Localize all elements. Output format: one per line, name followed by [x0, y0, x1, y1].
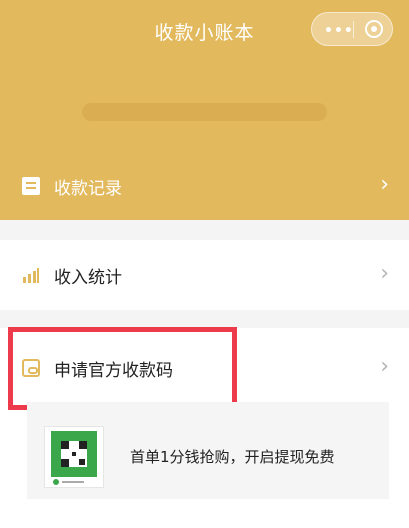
target-close-icon[interactable]: [365, 20, 383, 38]
qr-code-icon: [61, 441, 87, 467]
stats-label: 收入统计: [54, 267, 122, 288]
stats-row[interactable]: 收入统计 ›: [0, 249, 409, 301]
capsule-divider: [353, 21, 354, 38]
bar-chart-icon: [22, 266, 40, 284]
records-row[interactable]: 收款记录 ›: [0, 160, 409, 212]
wechat-pay-icon: [53, 479, 59, 485]
more-dots-icon[interactable]: •••: [324, 23, 354, 39]
loading-placeholder-bar: [82, 103, 327, 121]
highlight-box: [8, 327, 237, 410]
promo-text: 首单1分钱抢购，开启提现免费: [130, 448, 335, 466]
header: 收款小账本 ••• 收款记录 ›: [0, 0, 409, 220]
document-icon: [22, 177, 40, 195]
miniprogram-capsule: •••: [311, 12, 393, 46]
qr-code-thumbnail: [44, 426, 104, 488]
records-label: 收款记录: [54, 178, 122, 199]
chevron-right-icon: ›: [380, 172, 389, 197]
chevron-right-icon: ›: [380, 354, 389, 379]
promo-banner[interactable]: 首单1分钱抢购，开启提现免费: [27, 402, 389, 499]
qr-green-frame: [51, 431, 97, 477]
qr-caption-line: [62, 481, 84, 483]
chevron-right-icon: ›: [380, 261, 389, 286]
